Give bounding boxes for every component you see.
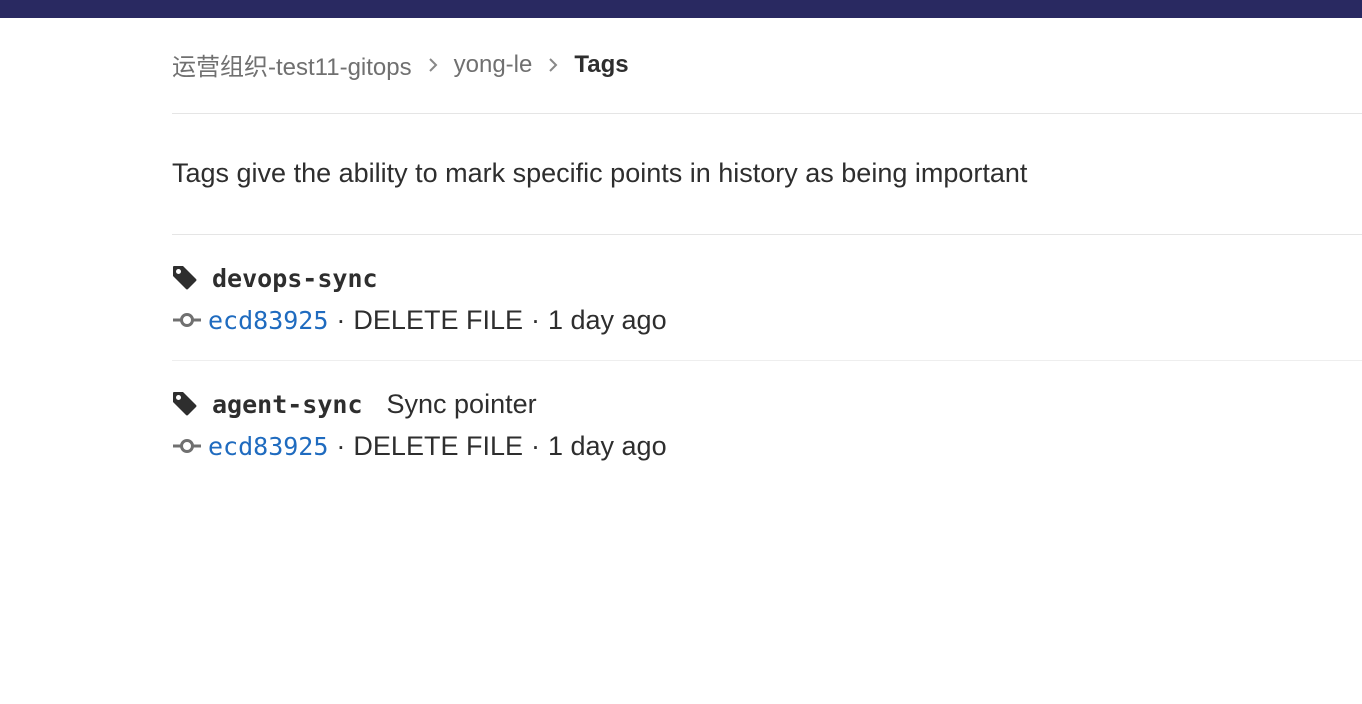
- tag-icon: [172, 265, 198, 291]
- commit-icon: [172, 310, 202, 330]
- tag-header: agent-sync Sync pointer: [172, 387, 1362, 421]
- content-container: 运营组织-test11-gitops yong-le Tags Tags giv…: [172, 18, 1362, 487]
- breadcrumb-project-link[interactable]: yong-le: [454, 51, 533, 79]
- commit-sha-link[interactable]: ecd83925: [208, 432, 328, 461]
- tag-header: devops-sync: [172, 261, 1362, 295]
- separator-dot: ·: [530, 304, 540, 335]
- chevron-right-icon: [532, 53, 574, 77]
- commit-time: 1 day ago: [547, 304, 667, 335]
- separator-dot: ·: [336, 430, 346, 461]
- tag-list-item: agent-sync Sync pointer ecd83925 · DELET…: [172, 361, 1362, 487]
- commit-title: DELETE FILE: [353, 430, 523, 461]
- tag-name-link[interactable]: devops-sync: [212, 264, 378, 293]
- tag-icon: [172, 391, 198, 417]
- separator-dot: ·: [530, 430, 540, 461]
- commit-icon: [172, 436, 202, 456]
- tag-message: Sync pointer: [386, 388, 537, 419]
- tag-commit-info: ecd83925 · DELETE FILE · 1 day ago: [172, 429, 1362, 463]
- page-description-text: Tags give the ability to mark specific p…: [172, 157, 1028, 188]
- breadcrumb-group-link[interactable]: 运营组织-test11-gitops: [172, 47, 412, 82]
- breadcrumb-current-tags[interactable]: Tags: [574, 51, 628, 79]
- separator-dot: ·: [336, 304, 346, 335]
- commit-title: DELETE FILE: [353, 304, 523, 335]
- breadcrumb: 运营组织-test11-gitops yong-le Tags: [172, 18, 1362, 114]
- commit-time: 1 day ago: [547, 430, 667, 461]
- tag-name-link[interactable]: agent-sync: [212, 390, 363, 419]
- chevron-right-icon: [412, 53, 454, 77]
- top-navbar: [0, 0, 1362, 18]
- tag-list-item: devops-sync ecd83925 · DELETE FILE · 1 d…: [172, 235, 1362, 361]
- commit-sha-link[interactable]: ecd83925: [208, 306, 328, 335]
- tag-commit-info: ecd83925 · DELETE FILE · 1 day ago: [172, 303, 1362, 337]
- page-description: Tags give the ability to mark specific p…: [172, 114, 1362, 235]
